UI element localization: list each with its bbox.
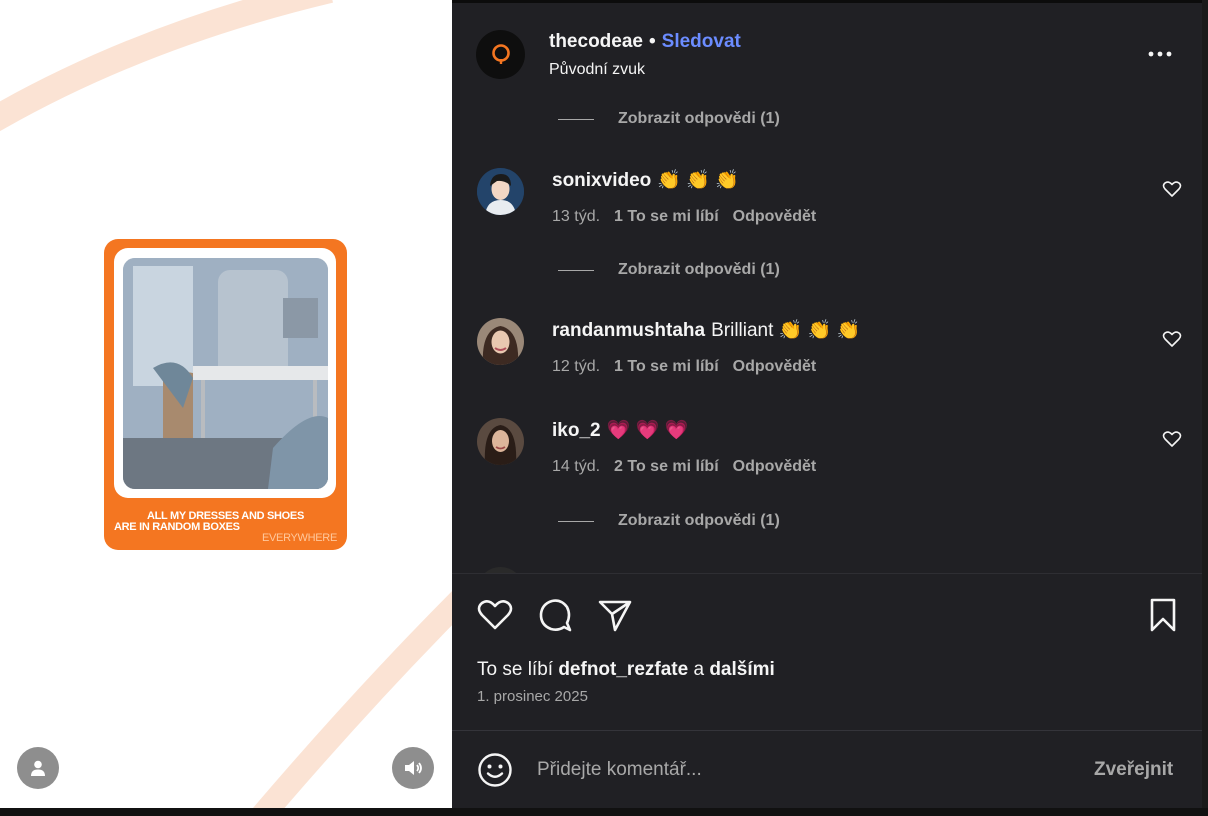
card-frame	[114, 248, 336, 498]
reply-button[interactable]: Odpovědět	[733, 208, 817, 225]
backdrop-edge-bottom	[0, 808, 1208, 816]
post-actions: To se líbí defnot_rezfate a dalšími 1. p…	[452, 573, 1202, 733]
room-illustration	[123, 258, 328, 489]
view-replies-label: Zobrazit odpovědi (1)	[618, 261, 780, 278]
post-date[interactable]: 1. prosinec 2025	[477, 688, 588, 705]
comments-list[interactable]: Zobrazit odpovědi (1) sonixvideo 👏 👏 👏 1…	[452, 101, 1202, 573]
likes-prefix: To se líbí	[477, 659, 554, 680]
likes-user[interactable]: defnot_rezfate	[558, 659, 688, 680]
avatar-portrait	[477, 318, 524, 365]
comment-body: 👏 👏 👏	[657, 170, 739, 191]
comment-likes[interactable]: 1 To se mi líbí	[614, 358, 719, 375]
comment-meta: 13 týd. 1 To se mi líbí Odpovědět	[552, 208, 830, 226]
reply-button[interactable]: Odpovědět	[733, 458, 817, 475]
comment-body: Brilliant 👏 👏 👏	[711, 320, 861, 341]
video-thumbnail-card: ALL MY DRESSES AND SHOES ARE IN RANDOM B…	[104, 239, 347, 550]
emoji-icon[interactable]	[476, 751, 514, 789]
follow-button[interactable]: Sledovat	[662, 31, 741, 52]
comment-age[interactable]: 14 týd.	[552, 458, 600, 475]
comment-username[interactable]: randanmushtaha	[552, 320, 705, 341]
separator-dot: •	[648, 31, 656, 52]
comment-meta: 14 týd. 2 To se mi líbí Odpovědět	[552, 458, 830, 476]
more-icon	[1148, 51, 1172, 57]
replies-divider	[558, 118, 594, 120]
comment-text: iko_2 💗 💗 💗	[552, 418, 688, 442]
media-panel[interactable]: ALL MY DRESSES AND SHOES ARE IN RANDOM B…	[0, 0, 452, 808]
user-icon	[31, 760, 45, 776]
post-comment-button[interactable]: Zveřejnit	[1094, 759, 1173, 781]
more-options-button[interactable]	[1145, 39, 1175, 69]
card-caption: ALL MY DRESSES AND SHOES ARE IN RANDOM B…	[104, 511, 347, 544]
heart-icon[interactable]	[1162, 429, 1182, 449]
caption-line-3: EVERYWHERE	[261, 532, 337, 544]
likes-and: a	[693, 659, 705, 680]
reply-button[interactable]: Odpovědět	[733, 358, 817, 375]
comment-text: randanmushtaha Brilliant 👏 👏 👏	[552, 318, 860, 342]
tagged-users-button[interactable]	[17, 747, 59, 789]
view-replies-button[interactable]: Zobrazit odpovědi (1)	[558, 110, 780, 128]
mute-toggle-button[interactable]	[392, 747, 434, 789]
comment-icon[interactable]	[536, 596, 574, 634]
heart-icon[interactable]	[1162, 329, 1182, 349]
post-modal: ALL MY DRESSES AND SHOES ARE IN RANDOM B…	[0, 0, 1208, 816]
view-replies-button[interactable]: Zobrazit odpovědi (1)	[558, 261, 780, 279]
comment-composer: Zveřejnit	[452, 730, 1202, 808]
share-icon[interactable]	[596, 596, 634, 634]
commenter-avatar[interactable]	[477, 168, 524, 215]
comment-username[interactable]: iko_2	[552, 420, 601, 441]
comment-age[interactable]: 12 týd.	[552, 358, 600, 375]
avatar-portrait	[477, 168, 524, 215]
comment-body: 💗 💗 💗	[606, 420, 689, 441]
comment-likes[interactable]: 1 To se mi líbí	[614, 208, 719, 225]
avatar-portrait	[477, 418, 524, 465]
post-header: thecodeae • Sledovat Původní zvuk	[452, 3, 1202, 101]
author-username[interactable]: thecodeae	[549, 31, 643, 52]
comment-username[interactable]: sonixvideo	[552, 170, 651, 191]
comment-age[interactable]: 13 týd.	[552, 208, 600, 225]
view-replies-label: Zobrazit odpovědi (1)	[618, 512, 780, 529]
heart-icon[interactable]	[476, 596, 514, 634]
likes-summary[interactable]: To se líbí defnot_rezfate a dalšími	[477, 659, 775, 681]
comment-text: sonixvideo 👏 👏 👏	[552, 168, 739, 192]
replies-divider	[558, 520, 594, 522]
likes-others[interactable]: dalšími	[709, 659, 774, 680]
replies-divider	[558, 269, 594, 271]
audio-label[interactable]: Původní zvuk	[549, 61, 645, 79]
author-row: thecodeae • Sledovat	[549, 31, 741, 53]
comment-input[interactable]	[537, 755, 1057, 785]
backdrop-edge-right	[1202, 0, 1208, 816]
heart-icon[interactable]	[1162, 179, 1182, 199]
view-replies-label: Zobrazit odpovědi (1)	[618, 110, 780, 127]
brand-logo-icon	[491, 43, 510, 64]
author-avatar[interactable]	[476, 30, 525, 79]
volume-icon	[405, 761, 422, 775]
bookmark-icon[interactable]	[1144, 596, 1182, 634]
room-photo	[123, 258, 328, 489]
comment-meta: 12 týd. 1 To se mi líbí Odpovědět	[552, 358, 830, 376]
details-panel: thecodeae • Sledovat Původní zvuk Zobrazit…	[452, 3, 1202, 808]
view-replies-button[interactable]: Zobrazit odpovědi (1)	[558, 512, 780, 530]
commenter-avatar[interactable]	[477, 418, 524, 465]
comment-likes[interactable]: 2 To se mi líbí	[614, 458, 719, 475]
commenter-avatar[interactable]	[477, 318, 524, 365]
